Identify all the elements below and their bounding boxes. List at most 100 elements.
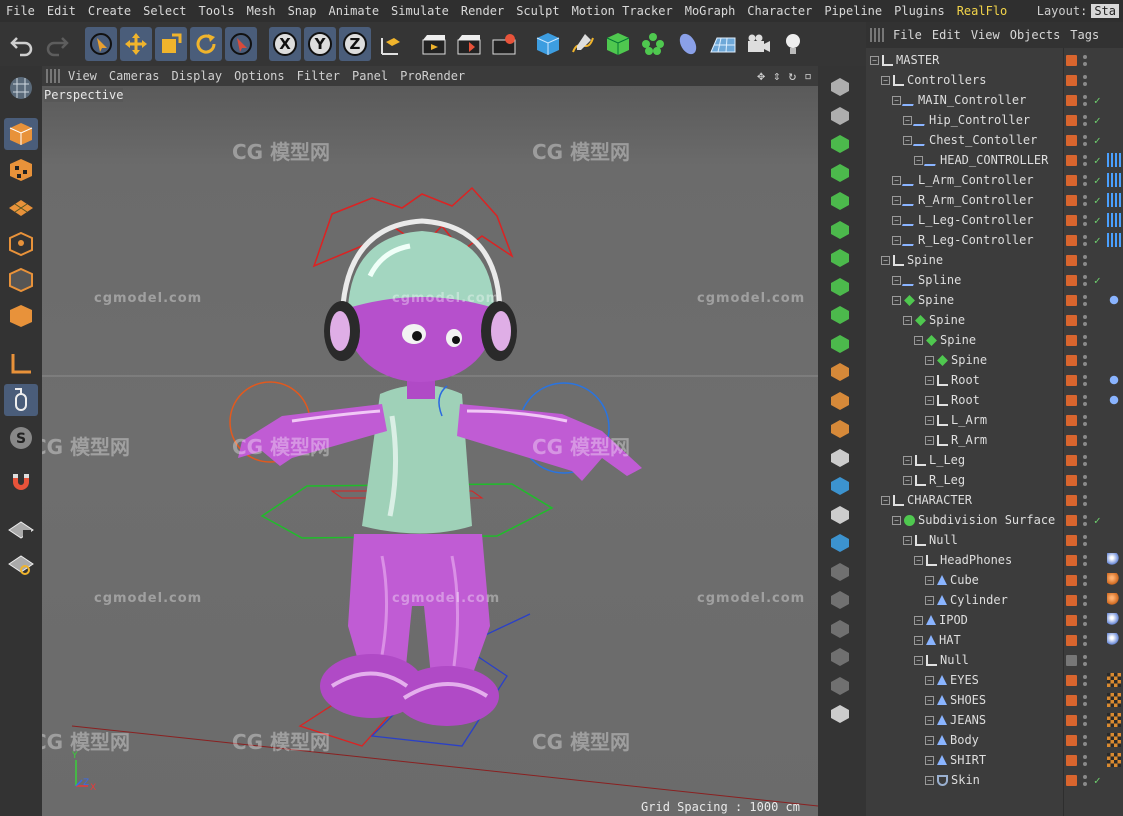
menu-render[interactable]: Render	[455, 4, 510, 18]
visibility-dots[interactable]	[1083, 434, 1088, 446]
layer-color-swatch[interactable]	[1066, 534, 1077, 546]
material-tag-icon[interactable]	[1107, 553, 1121, 567]
enabled-check-icon[interactable]: ✓	[1094, 274, 1101, 287]
perspective-viewport[interactable]: Y Z X Perspective Grid Spacing : 1000 cm…	[42, 86, 818, 816]
expand-toggle[interactable]: −	[925, 775, 934, 785]
expand-toggle[interactable]: −	[892, 95, 901, 105]
tag-dots-icon[interactable]	[1107, 213, 1121, 227]
expand-toggle[interactable]: −	[903, 315, 912, 325]
expand-toggle[interactable]: −	[881, 255, 890, 265]
visibility-dots[interactable]	[1083, 494, 1088, 506]
tool-sphere-outline[interactable]	[826, 644, 854, 670]
layout-value[interactable]: Sta	[1091, 4, 1119, 18]
make-editable-button[interactable]	[4, 72, 38, 104]
tree-row[interactable]: − Spine	[866, 330, 1123, 350]
viewport-menu-display[interactable]: Display	[165, 69, 228, 83]
render-view-button[interactable]	[418, 27, 450, 61]
tree-row[interactable]: − HeadPhones	[866, 550, 1123, 570]
expand-toggle[interactable]: −	[925, 435, 934, 445]
tool-text[interactable]	[826, 331, 854, 357]
polygons-mode-button[interactable]	[4, 300, 38, 332]
layer-color-swatch[interactable]	[1066, 234, 1077, 246]
expand-toggle[interactable]: −	[892, 195, 901, 205]
edges-mode-button[interactable]	[4, 264, 38, 296]
tweak-mode-button[interactable]	[4, 384, 38, 416]
tree-row[interactable]: − MASTER	[866, 50, 1123, 70]
visibility-dots[interactable]	[1083, 54, 1088, 66]
layer-color-swatch[interactable]	[1066, 334, 1077, 346]
visibility-dots[interactable]	[1083, 754, 1088, 766]
tree-row[interactable]: − CHARACTER	[866, 490, 1123, 510]
tree-row[interactable]: − Chest_Contoller ✓	[866, 130, 1123, 150]
om-menu-objects[interactable]: Objects	[1005, 28, 1066, 42]
y-axis-button[interactable]: Y	[304, 27, 336, 61]
layer-color-swatch[interactable]	[1066, 694, 1077, 706]
visibility-dots[interactable]	[1083, 214, 1088, 226]
layer-color-swatch[interactable]	[1066, 474, 1077, 486]
visibility-dots[interactable]	[1083, 394, 1088, 406]
tag-dots-icon[interactable]	[1107, 153, 1121, 167]
visibility-dots[interactable]	[1083, 274, 1088, 286]
enabled-check-icon[interactable]: ✓	[1094, 174, 1101, 187]
layer-color-swatch[interactable]	[1066, 754, 1077, 766]
expand-toggle[interactable]: −	[925, 695, 934, 705]
tree-row[interactable]: − Spine	[866, 290, 1123, 310]
planar-workplane-button[interactable]	[4, 548, 38, 580]
tag-dots-icon[interactable]	[1107, 233, 1121, 247]
material-tag-icon[interactable]	[1107, 593, 1121, 607]
camera-button[interactable]	[742, 27, 774, 61]
layer-color-swatch[interactable]	[1066, 554, 1077, 566]
ik-tag-icon[interactable]	[1107, 293, 1121, 307]
menu-file[interactable]: File	[0, 4, 41, 18]
tool-box-orange[interactable]	[826, 359, 854, 385]
tree-row[interactable]: − Skin ✓	[866, 770, 1123, 790]
visibility-dots[interactable]	[1083, 534, 1088, 546]
layer-color-swatch[interactable]	[1066, 654, 1077, 666]
menu-tools[interactable]: Tools	[193, 4, 241, 18]
tool-vase[interactable]	[826, 274, 854, 300]
visibility-dots[interactable]	[1083, 674, 1088, 686]
enabled-check-icon[interactable]: ✓	[1094, 234, 1101, 247]
subdivision-button[interactable]	[602, 27, 634, 61]
material-tag-icon[interactable]	[1107, 633, 1121, 647]
menu-plugins[interactable]: Plugins	[888, 4, 951, 18]
redo-button[interactable]	[41, 27, 73, 61]
tree-row[interactable]: − Controllers	[866, 70, 1123, 90]
expand-toggle[interactable]: −	[903, 455, 912, 465]
visibility-dots[interactable]	[1083, 194, 1088, 206]
expand-toggle[interactable]: −	[925, 575, 934, 585]
tree-row[interactable]: − Spine	[866, 350, 1123, 370]
tree-row[interactable]: − R_Leg-Controller ✓	[866, 230, 1123, 250]
expand-toggle[interactable]: −	[914, 335, 923, 345]
visibility-dots[interactable]	[1083, 774, 1088, 786]
tree-row[interactable]: − Null	[866, 530, 1123, 550]
tree-row[interactable]: − Hip_Controller ✓	[866, 110, 1123, 130]
menu-sculpt[interactable]: Sculpt	[510, 4, 565, 18]
tool-gear-blue[interactable]	[826, 530, 854, 556]
layer-color-swatch[interactable]	[1066, 574, 1077, 586]
layer-color-swatch[interactable]	[1066, 94, 1077, 106]
expand-toggle[interactable]: −	[914, 615, 923, 625]
menu-realflow[interactable]: RealFlo	[951, 4, 1014, 18]
layer-color-swatch[interactable]	[1066, 254, 1077, 266]
expand-toggle[interactable]: −	[881, 75, 890, 85]
viewport-menu-cameras[interactable]: Cameras	[103, 69, 166, 83]
layer-color-swatch[interactable]	[1066, 634, 1077, 646]
texture-tag-icon[interactable]	[1107, 693, 1121, 707]
texture-tag-icon[interactable]	[1107, 713, 1121, 727]
expand-toggle[interactable]: −	[892, 175, 901, 185]
tool-capsule[interactable]	[826, 188, 854, 214]
layer-color-swatch[interactable]	[1066, 394, 1077, 406]
render-picture-button[interactable]	[453, 27, 485, 61]
tool-null-joint[interactable]	[826, 74, 854, 100]
enabled-check-icon[interactable]: ✓	[1094, 514, 1101, 527]
menu-mesh[interactable]: Mesh	[241, 4, 282, 18]
expand-toggle[interactable]: −	[870, 55, 879, 65]
tree-row[interactable]: − Cube	[866, 570, 1123, 590]
tool-contrast[interactable]	[826, 473, 854, 499]
layer-color-swatch[interactable]	[1066, 414, 1077, 426]
layer-color-swatch[interactable]	[1066, 594, 1077, 606]
expand-toggle[interactable]: −	[914, 655, 923, 665]
layer-color-swatch[interactable]	[1066, 154, 1077, 166]
visibility-dots[interactable]	[1083, 234, 1088, 246]
